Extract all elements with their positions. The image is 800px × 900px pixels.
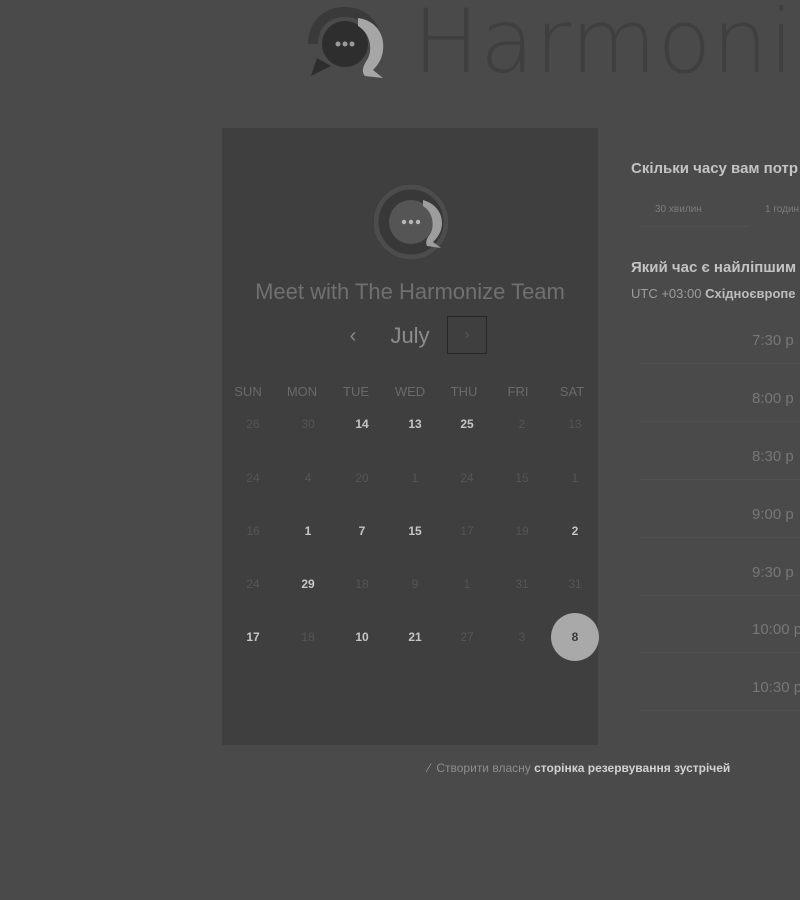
calendar-day: 4 [304,471,312,485]
weekday-mon: MON [286,384,318,399]
calendar-day: 15 [515,471,529,485]
calendar-day: 31 [515,577,529,591]
calendar-day: 24 [246,577,260,591]
time-slot[interactable]: 8:00 p [640,378,800,422]
month-navigation: ‹ July › [222,316,598,358]
calendar-day: 1 [463,577,471,591]
calendar-title: Meet with The Harmonize Team [255,279,565,304]
calendar-day: 27 [460,630,474,644]
calendar-day[interactable]: 21 [391,613,439,661]
calendar-day[interactable]: 14 [338,400,386,448]
calendar-day[interactable]: 29 [284,560,332,608]
weekday-sun: SUN [234,384,262,399]
weekday-tue: TUE [343,384,369,399]
time-slot-label: 9:30 p [752,564,794,581]
time-slot[interactable]: 10:30 p [640,667,800,711]
time-slot[interactable]: 9:30 p [640,552,800,596]
calendar-day[interactable]: 7 [338,507,386,555]
calendar-day: 19 [515,524,529,538]
time-slot-label: 8:30 p [752,448,794,465]
chat-bubble-avatar-icon [373,184,449,260]
weekday-wed: WED [394,384,426,399]
weekday-sat: SAT [559,384,585,399]
prev-month-button[interactable]: ‹ [340,322,366,350]
calendar-day: 31 [568,577,582,591]
time-slot-label: 7:30 p [752,332,794,349]
duration-option-60[interactable]: 1 годин [765,196,799,224]
duration-selector: 30 хвилин 1 годин [631,196,800,228]
calendar-day[interactable]: 17 [229,613,277,661]
time-slot[interactable]: 10:00 p [640,609,800,653]
month-label: July [390,323,430,348]
duration-option-30[interactable]: 30 хвилин [655,196,702,224]
calendar-day: 20 [355,471,369,485]
calendar-day: 30 [301,417,315,431]
duration-selected-underline [639,226,749,227]
calendar-day: 16 [246,524,260,538]
calendar-day-selected[interactable]: 8 [551,613,599,661]
calendar-day[interactable]: 1 [284,507,332,555]
time-slot-label: 10:00 p [752,621,800,638]
time-question: Який час є найліпшим [631,259,797,276]
footer-text: Створити власну [436,761,531,775]
time-slot-label: 10:30 p [752,679,800,696]
calendar-day: 24 [246,471,260,485]
calendar-day: 3 [518,630,526,644]
time-slot[interactable]: 7:30 p [640,320,800,364]
timezone-offset: UTC +03:00 [631,286,702,301]
calendar-day[interactable]: 15 [391,507,439,555]
calendar-day: 1 [571,471,579,485]
magic-wand-icon: ⁄ [428,761,431,775]
calendar-day: 1 [411,471,419,485]
weekday-fri: FRI [507,384,529,399]
calendar-day: 2 [518,417,526,431]
next-month-button[interactable]: › [447,316,487,354]
time-slot-label: 9:00 p [752,506,794,523]
booking-page-link[interactable]: сторінка резервування зустрічей [534,761,730,775]
calendar-day: 13 [568,417,582,431]
brand-name: Harmoni [413,0,795,93]
footer-create-link: ⁄ Створити власну сторінка резервування … [428,761,730,775]
calendar-day[interactable]: 13 [391,400,439,448]
weekday-header: SUN MON TUE WED THU FRI SAT [222,384,598,400]
calendar-day: 18 [301,630,315,644]
time-slot-label: 8:00 p [752,390,794,407]
calendar-day[interactable]: 2 [551,507,599,555]
duration-question: Скільки часу вам потр [631,160,799,177]
calendar-card: Meet with The Harmonize Team ‹ July › SU… [222,128,599,745]
calendar-day[interactable]: 10 [338,613,386,661]
calendar-day[interactable]: 25 [443,400,491,448]
timezone-name: Східноєвропе [705,286,796,301]
calendar-day: 17 [460,524,474,538]
weekday-thu: THU [450,384,478,399]
calendar-day: 9 [411,577,419,591]
calendar-day: 24 [460,471,474,485]
timezone-label[interactable]: UTC +03:00 Східноєвропе [631,286,796,301]
time-slot[interactable]: 8:30 p [640,436,800,480]
chat-bubble-logo-icon [308,6,384,78]
time-slot[interactable]: 9:00 p [640,494,800,538]
calendar-day: 18 [355,577,369,591]
calendar-day: 26 [246,417,260,431]
